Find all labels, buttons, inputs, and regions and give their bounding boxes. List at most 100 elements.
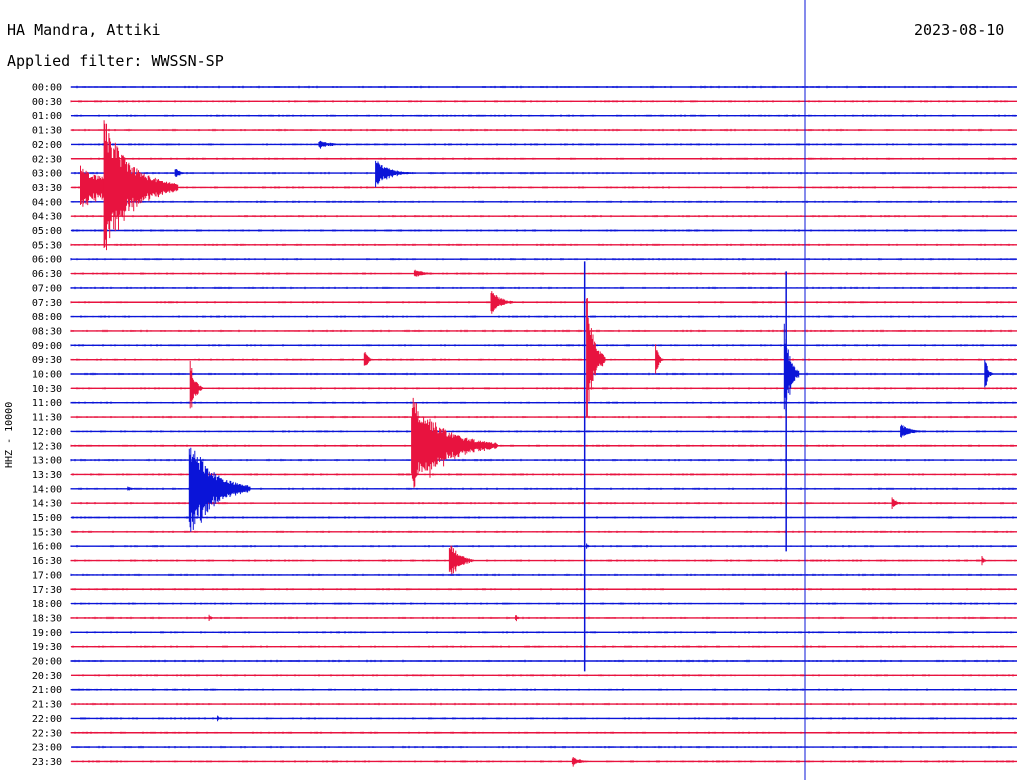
trace-noise — [70, 272, 1016, 275]
trace-noise — [70, 645, 1016, 648]
time-tick-label: 14:00 — [32, 484, 62, 495]
trace-noise — [70, 372, 1016, 376]
trace-noise — [70, 229, 1016, 232]
trace-noise — [72, 745, 1016, 749]
trace-noise — [70, 387, 1016, 390]
time-tick-label: 08:30 — [32, 326, 62, 337]
trace-noise — [70, 674, 1016, 677]
seismic-event — [189, 360, 203, 409]
time-tick-label: 01:00 — [32, 111, 62, 122]
seismic-event — [655, 344, 664, 374]
time-tick-label: 11:30 — [32, 413, 62, 424]
trace-noise — [70, 631, 1016, 634]
time-tick-label: 07:00 — [32, 283, 62, 294]
trace-noise — [70, 171, 1016, 175]
time-tick-label: 01:30 — [32, 126, 62, 137]
trace-noise — [70, 588, 1016, 591]
time-tick-label: 23:30 — [32, 757, 62, 768]
trace-noise — [70, 573, 1016, 577]
time-tick-label: 04:00 — [32, 197, 62, 208]
seismic-event — [571, 757, 597, 767]
time-tick-label: 03:30 — [32, 183, 62, 194]
time-tick-label: 02:00 — [32, 140, 62, 151]
time-tick-label: 11:00 — [32, 398, 62, 409]
seismic-event — [174, 169, 188, 177]
time-tick-label: 16:30 — [32, 556, 62, 567]
trace-noise — [70, 128, 1016, 132]
time-tick-label: 21:00 — [32, 685, 62, 696]
time-tick-label: 23:00 — [32, 743, 62, 754]
time-tick-label: 07:30 — [32, 298, 62, 309]
time-tick-label: 15:30 — [32, 527, 62, 538]
time-tick-label: 21:30 — [32, 700, 62, 711]
time-tick-label: 08:00 — [32, 312, 62, 323]
time-tick-label: 18:00 — [32, 599, 62, 610]
time-tick-label: 12:00 — [32, 427, 62, 438]
seismic-event — [127, 486, 141, 491]
seismic-event — [363, 352, 375, 366]
trace-noise — [70, 688, 1016, 691]
trace-noise — [70, 258, 1016, 261]
trace-noise — [70, 157, 1016, 160]
time-tick-label: 00:00 — [32, 83, 62, 94]
trace-noise — [70, 85, 1016, 89]
seismic-event — [448, 545, 474, 575]
trace-noise — [70, 516, 1016, 519]
trace-noise — [70, 458, 1016, 462]
trace-noise — [70, 415, 1016, 419]
time-tick-label: 18:30 — [32, 613, 62, 624]
seismic-event — [413, 269, 439, 277]
time-tick-label: 09:00 — [32, 341, 62, 352]
trace-noise — [70, 430, 1016, 433]
time-tick-label: 17:00 — [32, 570, 62, 581]
trace-noise — [70, 545, 1016, 548]
trace-noise — [70, 358, 1016, 361]
time-tick-label: 04:30 — [32, 212, 62, 223]
time-tick-label: 19:00 — [32, 628, 62, 639]
trace-noise — [70, 602, 1016, 605]
seismic-event — [586, 298, 606, 418]
time-tick-label: 19:30 — [32, 642, 62, 653]
time-tick-label: 06:30 — [32, 269, 62, 280]
seismic-event — [490, 291, 516, 314]
trace-noise — [70, 286, 1016, 290]
time-tick-label: 03:00 — [32, 169, 62, 180]
time-tick-label: 00:30 — [32, 97, 62, 108]
time-tick-label: 14:30 — [32, 499, 62, 510]
trace-noise — [70, 702, 1016, 706]
seismic-event — [981, 556, 989, 566]
trace-noise — [70, 559, 1016, 562]
trace-noise — [70, 659, 1016, 663]
seismic-event — [891, 497, 905, 509]
trace-noise — [70, 215, 1016, 218]
seismic-event — [217, 715, 224, 722]
time-tick-label: 13:30 — [32, 470, 62, 481]
trace-noise — [70, 401, 1016, 404]
trace-noise — [70, 444, 1016, 447]
time-tick-label: 20:30 — [32, 671, 62, 682]
trace-noise — [70, 760, 1016, 763]
seismic-event — [515, 615, 522, 622]
time-tick-label: 09:30 — [32, 355, 62, 366]
time-tick-label: 16:00 — [32, 542, 62, 553]
time-tick-label: 02:30 — [32, 154, 62, 165]
trace-noise — [70, 502, 1016, 505]
trace-noise — [70, 731, 1016, 734]
trace-noise — [70, 329, 1016, 333]
time-tick-label: 10:00 — [32, 370, 62, 381]
time-tick-label: 22:00 — [32, 714, 62, 725]
time-tick-label: 05:30 — [32, 240, 62, 251]
time-tick-label: 15:00 — [32, 513, 62, 524]
seismic-event — [900, 424, 926, 438]
time-tick-label: 05:00 — [32, 226, 62, 237]
time-tick-label: 06:00 — [32, 255, 62, 266]
trace-noise — [70, 243, 1016, 246]
trace-noise — [70, 301, 1016, 304]
trace-noise — [70, 717, 1016, 720]
seismic-event — [375, 160, 413, 188]
trace-noise — [70, 473, 1016, 476]
seismic-event — [586, 543, 595, 549]
seismic-event — [984, 359, 993, 388]
trace-noise — [70, 344, 1016, 347]
time-tick-label: 17:30 — [32, 585, 62, 596]
